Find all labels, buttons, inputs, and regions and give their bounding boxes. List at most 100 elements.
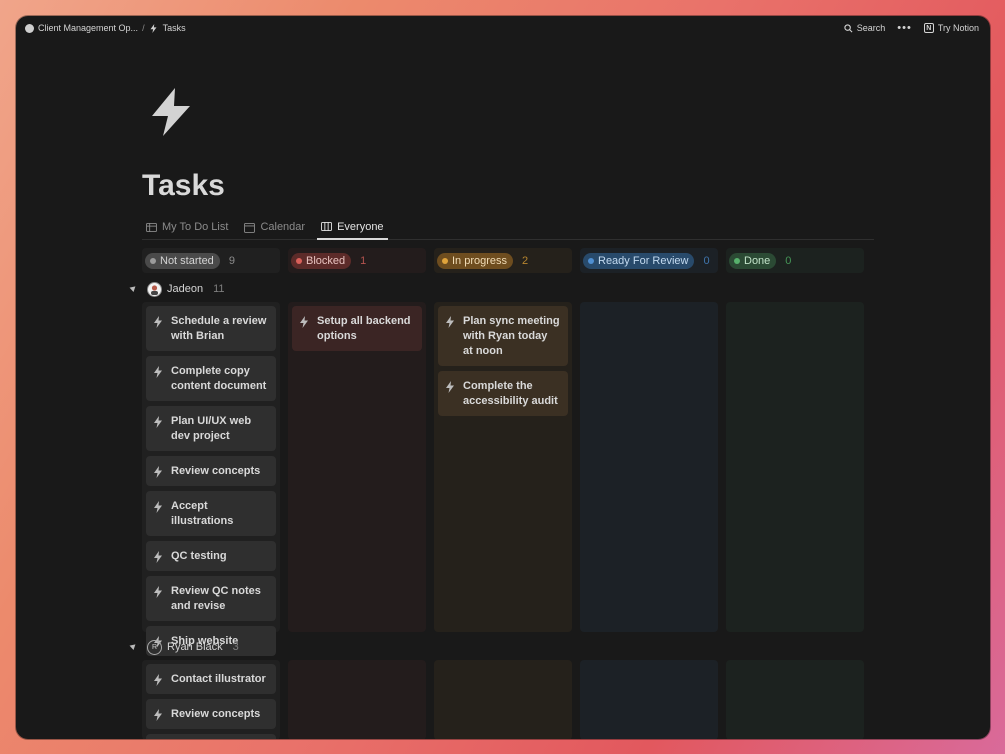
task-title: Complete copy content document — [171, 365, 267, 392]
task-card[interactable]: QC testing — [146, 541, 276, 571]
column-header-not-started[interactable]: Not started 9 — [142, 248, 280, 273]
tab-label: My To Do List — [162, 221, 229, 233]
lane-ready-for-review[interactable] — [580, 302, 718, 632]
avatar: R — [147, 639, 162, 655]
status-label: Not started — [160, 254, 214, 267]
column-count: 2 — [522, 254, 529, 267]
status-label: In progress — [452, 254, 508, 267]
lane-in-progress[interactable] — [434, 660, 572, 739]
task-card[interactable]: Accept illustrations — [146, 491, 276, 536]
lane-not-started[interactable]: Schedule a review with Brian Complete cop… — [142, 302, 280, 656]
task-title: Plan sync meeting with Ryan today at noo… — [463, 315, 560, 357]
column-header-blocked[interactable]: Blocked 1 — [288, 248, 426, 273]
try-notion-button[interactable]: N Try Notion — [923, 23, 979, 33]
status-dot — [296, 257, 302, 264]
lightning-bolt-icon — [150, 23, 157, 33]
column-header-ready-for-review[interactable]: Ready For Review 0 — [580, 248, 718, 273]
column-count: 0 — [703, 254, 710, 267]
lightning-bolt-icon — [154, 674, 162, 686]
lightning-bolt-icon — [154, 501, 162, 513]
group-name: Ryan Black — [167, 641, 223, 653]
lightning-bolt-icon — [154, 466, 162, 478]
status-dot — [588, 257, 594, 264]
workspace-icon — [25, 23, 34, 33]
breadcrumb-separator: / — [142, 23, 145, 33]
task-title: Contact illustrator — [171, 673, 266, 685]
status-dot — [150, 257, 156, 264]
board-icon — [321, 222, 332, 231]
tab-label: Everyone — [337, 220, 384, 233]
task-card[interactable]: Complete copy content document — [146, 356, 276, 401]
lightning-bolt-icon — [446, 381, 454, 393]
status-badge[interactable]: Blocked — [291, 252, 352, 269]
tab-calendar[interactable]: Calendar — [240, 215, 309, 239]
more-options-icon[interactable]: ••• — [897, 22, 912, 34]
task-title: Setup all backend options — [317, 315, 411, 342]
board-column-headers: Not started 9 Blocked 1 In progress 2 Ready Fo… — [142, 248, 864, 273]
topbar: Client Management Op... / Tasks Search •… — [16, 16, 990, 40]
search-icon — [844, 23, 853, 32]
task-card[interactable]: Review concepts — [146, 456, 276, 486]
calendar-icon — [244, 222, 256, 233]
search-button[interactable]: Search — [844, 23, 885, 33]
lightning-bolt-icon — [154, 709, 162, 721]
lane-in-progress[interactable]: Plan sync meeting with Ryan today at noo… — [434, 302, 572, 632]
task-card[interactable]: Review concepts — [146, 699, 276, 729]
group-header-ryan-black[interactable]: R Ryan Black 3 — [129, 637, 239, 657]
task-card[interactable]: Review QC notes and revise — [146, 576, 276, 621]
notion-logo-icon: N — [923, 23, 934, 33]
task-card[interactable]: Setup all backend options — [292, 306, 422, 351]
task-title: Plan UI/UX web dev project — [171, 415, 252, 442]
task-card[interactable] — [146, 734, 276, 739]
task-card[interactable]: Contact illustrator — [146, 664, 276, 694]
status-label: Ready For Review — [598, 254, 689, 267]
task-card[interactable]: Plan sync meeting with Ryan today at noo… — [438, 306, 568, 366]
lane-ready-for-review[interactable] — [580, 660, 718, 739]
view-tabs: My To Do List Calendar Everyone — [142, 215, 874, 240]
try-notion-label: Try Notion — [937, 23, 979, 33]
status-badge[interactable]: In progress — [437, 252, 514, 269]
lightning-bolt-icon — [154, 416, 162, 428]
lane-done[interactable] — [726, 302, 864, 632]
breadcrumb: Client Management Op... / Tasks — [25, 23, 186, 33]
lightning-bolt-icon — [300, 316, 308, 328]
collapse-caret-icon[interactable] — [129, 643, 137, 651]
board-lanes-jadeon: Schedule a review with Brian Complete cop… — [142, 302, 864, 656]
page-title[interactable]: Tasks — [142, 169, 225, 203]
status-badge[interactable]: Not started — [145, 252, 220, 269]
group-count: 3 — [232, 641, 239, 653]
breadcrumb-page[interactable]: Tasks — [163, 23, 186, 33]
task-card[interactable]: Complete the accessibility audit — [438, 371, 568, 416]
page-lightning-bolt-icon[interactable] — [151, 88, 191, 136]
task-title: Complete the accessibility audit — [463, 380, 558, 407]
lightning-bolt-icon — [446, 316, 454, 328]
group-header-jadeon[interactable]: Jadeon 11 — [129, 279, 225, 299]
lane-not-started[interactable]: Contact illustrator Review concepts — [142, 660, 280, 739]
lane-done[interactable] — [726, 660, 864, 739]
task-card[interactable]: Schedule a review with Brian — [146, 306, 276, 351]
lightning-bolt-icon — [154, 366, 162, 378]
app-window: Client Management Op... / Tasks Search •… — [16, 16, 990, 739]
collapse-caret-icon[interactable] — [129, 285, 137, 293]
column-header-in-progress[interactable]: In progress 2 — [434, 248, 572, 273]
task-title: Accept illustrations — [171, 500, 234, 527]
column-header-done[interactable]: Done 0 — [726, 248, 864, 273]
lightning-bolt-icon — [154, 586, 162, 598]
group-name: Jadeon — [167, 283, 204, 295]
column-count: 9 — [228, 254, 235, 267]
task-title: Review concepts — [171, 465, 261, 477]
avatar — [147, 281, 162, 297]
status-badge[interactable]: Ready For Review — [583, 252, 695, 269]
lane-blocked[interactable] — [288, 660, 426, 739]
status-badge[interactable]: Done — [729, 252, 777, 269]
status-label: Blocked — [306, 254, 346, 267]
status-dot — [734, 257, 740, 264]
column-count: 0 — [785, 254, 792, 267]
tab-everyone[interactable]: Everyone — [317, 215, 388, 240]
lane-blocked[interactable]: Setup all backend options — [288, 302, 426, 632]
group-count: 11 — [213, 283, 225, 295]
task-card[interactable]: Plan UI/UX web dev project — [146, 406, 276, 451]
column-count: 1 — [360, 254, 367, 267]
tab-my-to-do-list[interactable]: My To Do List — [142, 215, 232, 239]
breadcrumb-workspace[interactable]: Client Management Op... — [38, 23, 138, 33]
